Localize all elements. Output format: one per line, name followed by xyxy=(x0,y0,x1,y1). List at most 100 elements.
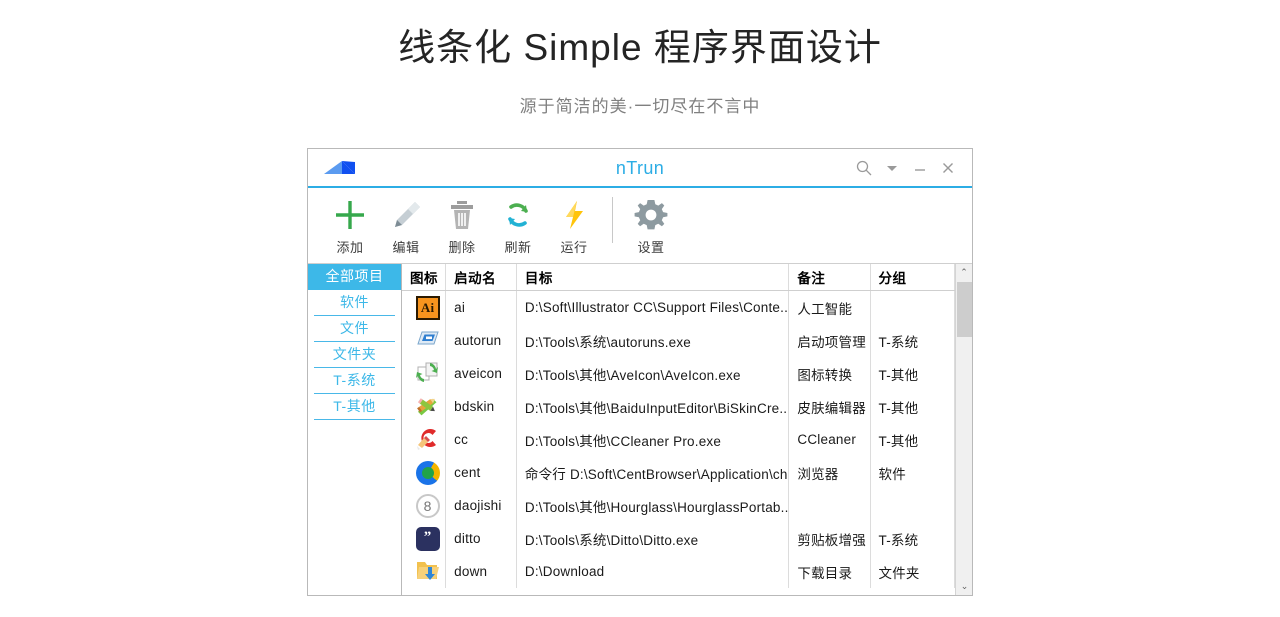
scroll-down-arrow[interactable]: ⌄ xyxy=(956,578,972,595)
toolbar-label-refresh: 刷新 xyxy=(504,240,532,255)
row-name: ditto xyxy=(445,522,517,555)
toolbar-button-refresh[interactable]: 刷新 xyxy=(490,191,546,261)
row-group: T-其他 xyxy=(870,357,955,390)
toolbar-button-add[interactable]: 添加 xyxy=(322,191,378,261)
row-icon-cell xyxy=(402,456,447,489)
table-row[interactable]: bdskin D:\Tools\其他\BaiduInputEditor\BiSk… xyxy=(402,390,972,423)
table-row[interactable]: ” ditto D:\Tools\系统\Ditto\Ditto.exe 剪贴板增… xyxy=(402,522,972,555)
row-target: D:\Tools\其他\CCleaner Pro.exe xyxy=(516,423,790,456)
column-header-icon[interactable]: 图标 xyxy=(402,264,447,291)
row-name: down xyxy=(445,555,517,588)
chevron-down-icon[interactable] xyxy=(878,153,906,183)
row-note: 皮肤编辑器 xyxy=(788,390,871,423)
row-name: cc xyxy=(445,423,517,456)
row-target: D:\Tools\系统\autoruns.exe xyxy=(516,324,790,357)
row-target: D:\Tools\系统\Ditto\Ditto.exe xyxy=(516,522,790,555)
row-icon-cell: ” xyxy=(402,522,447,555)
close-icon[interactable] xyxy=(934,153,962,183)
row-group: T-其他 xyxy=(870,423,955,456)
sidebar-item-t-system[interactable]: T-系统 xyxy=(314,368,395,394)
toolbar: 添加 编辑 删除 刷新 运行 设置 xyxy=(308,188,972,264)
row-note: 人工智能 xyxy=(788,290,871,324)
row-icon-cell xyxy=(402,555,447,588)
table-row[interactable]: Ai ai D:\Soft\Illustrator CC\Support Fil… xyxy=(402,290,972,324)
row-name: aveicon xyxy=(445,357,517,390)
row-name: ai xyxy=(445,290,517,324)
row-note: CCleaner xyxy=(788,423,871,456)
row-name: autorun xyxy=(445,324,517,357)
table-row[interactable]: cc D:\Tools\其他\CCleaner Pro.exe CCleaner… xyxy=(402,423,972,456)
column-header-group[interactable]: 分组 xyxy=(870,264,955,291)
column-header-target[interactable]: 目标 xyxy=(516,264,790,291)
search-icon[interactable] xyxy=(850,153,878,183)
row-target: D:\Tools\其他\Hourglass\HourglassPortab... xyxy=(516,489,790,522)
table-header-row: 图标 启动名 目标 备注 分组 xyxy=(402,264,972,291)
sidebar-item-software[interactable]: 软件 xyxy=(314,290,395,316)
toolbar-label-edit: 编辑 xyxy=(392,240,420,255)
vertical-scrollbar[interactable]: ⌃ ⌄ xyxy=(955,264,972,595)
minimize-icon[interactable] xyxy=(906,153,934,183)
illustrator-icon: Ai xyxy=(415,295,440,320)
scroll-up-arrow[interactable]: ⌃ xyxy=(956,264,972,281)
toolbar-button-run[interactable]: 运行 xyxy=(546,191,602,261)
row-target: D:\Soft\Illustrator CC\Support Files\Con… xyxy=(516,290,790,324)
row-group: T-系统 xyxy=(870,324,955,357)
toolbar-label-settings: 设置 xyxy=(637,240,665,255)
toolbar-button-edit[interactable]: 编辑 xyxy=(378,191,434,261)
sidebar-item-file[interactable]: 文件 xyxy=(314,316,395,342)
refresh-icon xyxy=(501,195,535,235)
row-group xyxy=(870,290,955,324)
page-subtitle: 源于简洁的美·一切尽在不言中 xyxy=(519,97,761,116)
ccleaner-icon xyxy=(415,426,440,454)
pencil-icon xyxy=(389,195,423,235)
sidebar-item-t-other[interactable]: T-其他 xyxy=(314,394,395,420)
row-note xyxy=(788,489,871,522)
column-header-name[interactable]: 启动名 xyxy=(445,264,517,291)
row-icon-cell: Ai xyxy=(402,290,447,324)
table-row[interactable]: cent 命令行 D:\Soft\CentBrowser\Application… xyxy=(402,456,972,489)
hourglass-icon: 8 xyxy=(415,493,440,518)
row-target: D:\Download xyxy=(516,555,790,588)
row-note: 下载目录 xyxy=(788,555,871,588)
row-icon-cell xyxy=(402,423,447,456)
row-name: daojishi xyxy=(445,489,517,522)
sidebar: 全部项目 软件 文件 文件夹 T-系统 T-其他 xyxy=(308,264,402,595)
item-table: 图标 启动名 目标 备注 分组 Ai ai D:\Soft\Illustrato… xyxy=(402,264,972,588)
bdskin-icon xyxy=(415,393,440,421)
scrollbar-thumb[interactable] xyxy=(957,282,972,337)
aveicon-icon xyxy=(415,360,440,388)
toolbar-button-delete[interactable]: 删除 xyxy=(434,191,490,261)
table-row[interactable]: 8 daojishi D:\Tools\其他\Hourglass\Hourgla… xyxy=(402,489,972,522)
column-header-note[interactable]: 备注 xyxy=(788,264,871,291)
row-name: cent xyxy=(445,456,517,489)
row-icon-cell xyxy=(402,357,447,390)
table-row[interactable]: down D:\Download 下载目录 文件夹 xyxy=(402,555,972,588)
row-note: 启动项管理 xyxy=(788,324,871,357)
toolbar-label-delete: 删除 xyxy=(448,240,476,255)
sidebar-item-all[interactable]: 全部项目 xyxy=(308,264,401,290)
row-group: 文件夹 xyxy=(870,555,955,588)
sidebar-item-folder[interactable]: 文件夹 xyxy=(314,342,395,368)
download-folder-icon xyxy=(415,558,440,586)
plus-icon xyxy=(333,195,367,235)
row-name: bdskin xyxy=(445,390,517,423)
window-body: 全部项目 软件 文件 文件夹 T-系统 T-其他 图标 启动名 目标 备注 分组… xyxy=(308,264,972,595)
row-group xyxy=(870,489,955,522)
table-row[interactable]: aveicon D:\Tools\其他\AveIcon\AveIcon.exe … xyxy=(402,357,972,390)
table-row[interactable]: autorun D:\Tools\系统\autoruns.exe 启动项管理 T… xyxy=(402,324,972,357)
row-group: T-其他 xyxy=(870,390,955,423)
centbrowser-icon xyxy=(415,460,440,485)
toolbar-label-run: 运行 xyxy=(560,240,588,255)
row-note: 浏览器 xyxy=(788,456,871,489)
autoruns-icon xyxy=(415,327,440,355)
row-note: 图标转换 xyxy=(788,357,871,390)
row-target: D:\Tools\其他\AveIcon\AveIcon.exe xyxy=(516,357,790,390)
row-group: 软件 xyxy=(870,456,955,489)
row-note: 剪贴板增强 xyxy=(788,522,871,555)
gear-icon xyxy=(634,195,668,235)
app-window: nTrun 添加 编辑 删除 刷新 运行 设置 全部项目 软件 文件 文件夹 T… xyxy=(307,148,973,596)
row-group: T-系统 xyxy=(870,522,955,555)
toolbar-button-settings[interactable]: 设置 xyxy=(623,191,679,261)
row-target: D:\Tools\其他\BaiduInputEditor\BiSkinCre..… xyxy=(516,390,790,423)
trash-icon xyxy=(445,195,479,235)
